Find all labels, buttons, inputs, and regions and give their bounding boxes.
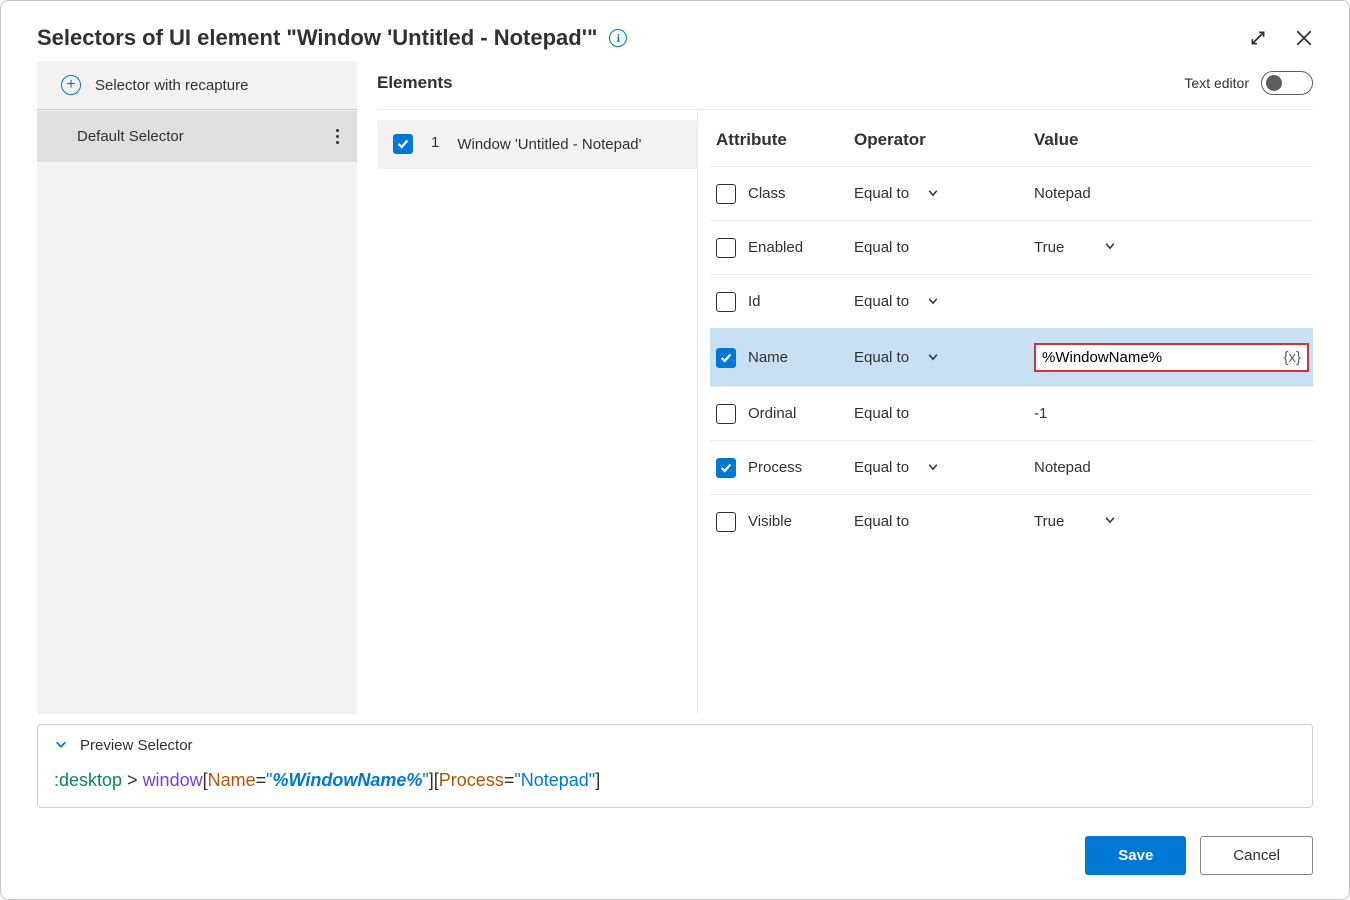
chevron-down-icon[interactable] <box>927 460 939 476</box>
attribute-row[interactable]: Enabled Equal to True <box>710 220 1313 274</box>
attributes-column: Attribute Operator Value Class Equal to No… <box>697 110 1313 714</box>
element-label: Window 'Untitled - Notepad' <box>457 134 641 155</box>
main-header: Elements Text editor <box>377 61 1313 110</box>
attribute-checkbox[interactable] <box>716 184 736 204</box>
variable-picker-icon[interactable]: {x} <box>1283 349 1301 366</box>
sidebar-item-default-selector[interactable]: Default Selector <box>37 110 357 162</box>
element-item[interactable]: 1 Window 'Untitled - Notepad' <box>377 120 697 169</box>
body: + Selector with recapture Default Select… <box>1 61 1349 714</box>
operator-value[interactable]: Equal to <box>854 513 909 530</box>
dialog-title: Selectors of UI element "Window 'Untitle… <box>37 25 597 51</box>
chevron-down-icon[interactable] <box>927 350 939 366</box>
toggle-knob <box>1266 75 1282 91</box>
operator-value[interactable]: Equal to <box>854 405 909 422</box>
more-options-icon[interactable] <box>332 125 343 148</box>
attribute-row[interactable]: Visible Equal to True <box>710 494 1313 548</box>
attribute-checkbox[interactable] <box>716 292 736 312</box>
operator-value[interactable]: Equal to <box>854 293 909 310</box>
text-editor-toggle[interactable] <box>1261 71 1313 95</box>
close-icon[interactable] <box>1295 29 1313 47</box>
attribute-checkbox[interactable] <box>716 512 736 532</box>
attribute-value[interactable]: True <box>1034 239 1064 256</box>
expand-icon[interactable] <box>1249 29 1267 47</box>
operator-header: Operator <box>854 130 1034 150</box>
chevron-down-icon[interactable] <box>1104 513 1116 530</box>
preview-toggle[interactable]: Preview Selector <box>54 737 1296 754</box>
attribute-value[interactable]: True <box>1034 513 1064 530</box>
attribute-name: Class <box>748 185 786 202</box>
element-index: 1 <box>431 134 439 151</box>
sidebar-item-label: Default Selector <box>77 128 332 145</box>
attribute-row[interactable]: Ordinal Equal to -1 <box>710 386 1313 440</box>
attribute-value[interactable]: Notepad <box>1034 185 1091 202</box>
attribute-row[interactable]: Class Equal to Notepad <box>710 166 1313 220</box>
operator-value[interactable]: Equal to <box>854 459 909 476</box>
footer: Save Cancel <box>1 824 1349 899</box>
attribute-name: Visible <box>748 513 792 530</box>
main-panel: Elements Text editor 1 Window 'Untitled … <box>377 61 1313 714</box>
attribute-name: Process <box>748 459 802 476</box>
attributes-rows: Class Equal to Notepad Enabled Equal to True I… <box>710 166 1313 548</box>
info-icon[interactable]: i <box>609 29 627 47</box>
attribute-name: Enabled <box>748 239 803 256</box>
plus-icon: + <box>61 75 81 95</box>
element-checkbox[interactable] <box>393 134 413 154</box>
elements-column: 1 Window 'Untitled - Notepad' <box>377 110 697 714</box>
main-content: 1 Window 'Untitled - Notepad' Attribute … <box>377 110 1313 714</box>
add-selector-label: Selector with recapture <box>95 77 248 94</box>
operator-value[interactable]: Equal to <box>854 239 909 256</box>
preview-title: Preview Selector <box>80 737 193 754</box>
attribute-value[interactable]: -1 <box>1034 405 1047 422</box>
add-selector-button[interactable]: + Selector with recapture <box>37 61 357 110</box>
chevron-down-icon <box>54 737 68 754</box>
attribute-checkbox[interactable] <box>716 238 736 258</box>
attribute-checkbox[interactable] <box>716 458 736 478</box>
operator-value[interactable]: Equal to <box>854 349 909 366</box>
preview-selector-code: :desktop > window[Name="%WindowName%"][P… <box>54 770 1296 791</box>
value-input-highlighted: {x} <box>1034 343 1309 372</box>
attributes-header: Attribute Operator Value <box>710 110 1313 166</box>
attribute-name: Name <box>748 349 788 366</box>
attribute-row[interactable]: Process Equal to Notepad <box>710 440 1313 494</box>
selector-sidebar: + Selector with recapture Default Select… <box>37 61 357 714</box>
attribute-checkbox[interactable] <box>716 348 736 368</box>
chevron-down-icon[interactable] <box>927 186 939 202</box>
value-input[interactable] <box>1042 349 1277 366</box>
chevron-down-icon[interactable] <box>1104 239 1116 256</box>
attribute-name: Ordinal <box>748 405 796 422</box>
attribute-row[interactable]: Id Equal to <box>710 274 1313 328</box>
value-header: Value <box>1034 130 1313 150</box>
chevron-down-icon[interactable] <box>927 294 939 310</box>
attribute-checkbox[interactable] <box>716 404 736 424</box>
attribute-value[interactable]: Notepad <box>1034 459 1091 476</box>
save-button[interactable]: Save <box>1085 836 1186 875</box>
attribute-row[interactable]: Name Equal to {x} <box>710 328 1313 386</box>
text-editor-label: Text editor <box>1184 75 1249 91</box>
operator-value[interactable]: Equal to <box>854 185 909 202</box>
cancel-button[interactable]: Cancel <box>1200 836 1313 875</box>
selector-builder-window: Selectors of UI element "Window 'Untitle… <box>0 0 1350 900</box>
elements-heading: Elements <box>377 73 453 93</box>
attribute-header: Attribute <box>714 130 854 150</box>
header: Selectors of UI element "Window 'Untitle… <box>1 1 1349 61</box>
preview-panel: Preview Selector :desktop > window[Name=… <box>37 724 1313 808</box>
attribute-name: Id <box>748 293 761 310</box>
